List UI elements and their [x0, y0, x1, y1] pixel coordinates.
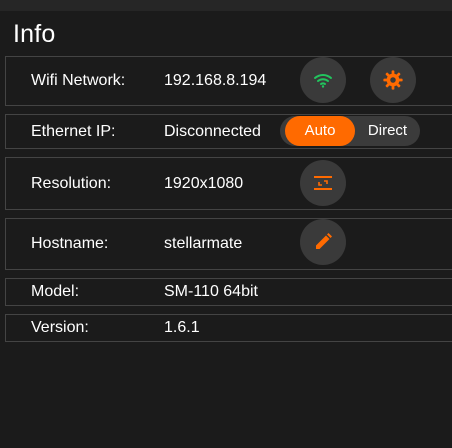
ethernet-mode-direct[interactable]: Direct — [355, 116, 420, 146]
page-title: Info — [13, 20, 56, 48]
hostname-label: Hostname: — [31, 235, 109, 252]
resolution-value: 1920x1080 — [164, 175, 244, 192]
model-row: Model: SM-110 64bit — [5, 278, 452, 306]
model-value: SM-110 64bit — [164, 283, 258, 300]
hostname-row: Hostname: stellarmate — [5, 218, 452, 270]
top-strip — [0, 0, 452, 11]
wifi-icon — [313, 72, 333, 88]
ethernet-mode-toggle: Auto Direct — [280, 116, 420, 146]
gear-icon — [382, 69, 404, 91]
hostname-value: stellarmate — [164, 235, 243, 252]
model-label: Model: — [31, 283, 80, 300]
wifi-settings-button[interactable] — [370, 57, 416, 103]
wifi-button[interactable] — [300, 57, 346, 103]
ethernet-label: Ethernet IP: — [31, 123, 116, 140]
resolution-button[interactable] — [300, 160, 346, 206]
pencil-icon — [313, 232, 333, 252]
resize-icon — [313, 174, 333, 192]
wifi-label: Wifi Network: — [31, 72, 126, 89]
version-value: 1.6.1 — [164, 319, 200, 336]
info-page: Info Wifi Network: 192.168.8.194 Etherne… — [0, 0, 452, 448]
version-label: Version: — [31, 319, 89, 336]
version-row: Version: 1.6.1 — [5, 314, 452, 342]
wifi-value: 192.168.8.194 — [164, 72, 267, 89]
ethernet-value: Disconnected — [164, 123, 261, 140]
resolution-row: Resolution: 1920x1080 — [5, 157, 452, 210]
ethernet-mode-auto[interactable]: Auto — [285, 116, 355, 146]
resolution-label: Resolution: — [31, 175, 112, 192]
hostname-edit-button[interactable] — [300, 219, 346, 265]
